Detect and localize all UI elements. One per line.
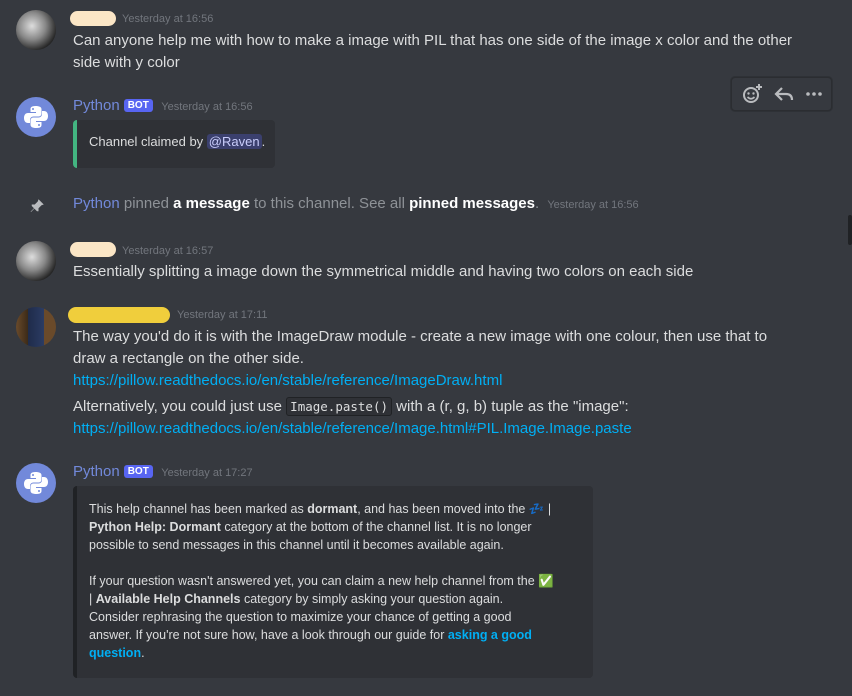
reply-icon[interactable] (772, 82, 796, 106)
redacted-username[interactable] (70, 11, 116, 26)
message-header: Python BOT Yesterday at 17:27 (73, 463, 253, 481)
embed-description: Channel claimed by @Raven. (89, 134, 265, 149)
add-reaction-icon[interactable] (740, 82, 764, 106)
bot-tag: BOT (123, 99, 153, 112)
text-part: . (141, 646, 145, 660)
timestamp: Yesterday at 16:56 (161, 101, 253, 113)
embed-line: question. (89, 644, 554, 662)
message-line: Can anyone help me with how to make a im… (73, 32, 793, 49)
pin-text-part: pinned (119, 195, 174, 212)
message-line: The way you'd do it is with the ImageDra… (73, 328, 768, 345)
embed-line: | Available Help Channels category by si… (89, 590, 554, 608)
text-part: , and has been moved into the (357, 502, 529, 516)
bold-text: dormant (307, 502, 358, 516)
text-part: | (89, 592, 96, 606)
dormant-embed: This help channel has been marked as dor… (73, 486, 593, 678)
embed-description: This help channel has been marked as dor… (89, 500, 554, 662)
imagedraw-doc-link[interactable]: https://pillow.readthedocs.io/en/stable/… (73, 370, 502, 392)
asking-good-question-link[interactable]: asking a good (448, 628, 532, 642)
embed: Channel claimed by @Raven. (73, 120, 275, 168)
message-line: side with y color (73, 54, 180, 71)
text-part: answer. If you're not sure how, have a l… (89, 628, 448, 642)
bot-tag: BOT (123, 465, 153, 478)
text-part: | (544, 502, 552, 516)
timestamp: Yesterday at 17:27 (161, 467, 253, 479)
message-line: Essentially splitting a image down the s… (73, 263, 694, 280)
pinned-messages-link[interactable]: pinned messages (409, 195, 535, 212)
python-logo-icon[interactable] (16, 97, 56, 137)
bold-text: Python Help: Dormant (89, 520, 221, 534)
embed-line: Python Help: Dormant category at the bot… (89, 518, 554, 536)
timestamp: Yesterday at 16:56 (547, 199, 639, 211)
pin-icon (30, 199, 44, 212)
pin-text: Python pinned a message to this channel.… (73, 195, 639, 212)
text-part: category at the bottom of the channel li… (220, 520, 532, 534)
author-name[interactable]: Python (73, 195, 120, 212)
user-mention[interactable]: @Raven (206, 134, 262, 149)
message-header: Python BOT Yesterday at 16:56 (73, 97, 253, 115)
image-paste-doc-link[interactable]: https://pillow.readthedocs.io/en/stable/… (73, 418, 632, 440)
asking-good-question-link[interactable]: question (89, 646, 141, 660)
text-part: If your question wasn't answered yet, yo… (89, 574, 535, 588)
inline-code: Image.paste() (286, 397, 393, 416)
more-icon[interactable] (802, 82, 826, 106)
pin-text-part: . (534, 195, 540, 212)
scrollbar-thumb[interactable] (848, 215, 852, 245)
text-part: Alternatively, you could just use (73, 398, 287, 415)
author-name[interactable]: Python (73, 97, 120, 114)
embed-line: Consider rephrasing the question to maxi… (89, 610, 512, 624)
user-avatar[interactable] (16, 241, 56, 281)
embed-text: Channel claimed by (89, 134, 207, 149)
python-logo-icon[interactable] (16, 463, 56, 503)
user-avatar[interactable] (16, 10, 56, 50)
text-part: This help channel has been marked as (89, 502, 308, 516)
redacted-username[interactable] (68, 307, 170, 323)
embed-text: . (261, 134, 266, 149)
message-line: draw a rectangle on the other side. (73, 350, 304, 367)
message-actions-toolbar (731, 77, 832, 111)
bold-text: Available Help Channels (95, 592, 241, 606)
text-part: category by simply asking your question … (240, 592, 504, 606)
text-part: with a (r, g, b) tuple as the "image": (392, 398, 629, 415)
embed-line: answer. If you're not sure how, have a l… (89, 626, 554, 644)
user-avatar[interactable] (16, 307, 56, 347)
embed-line: If your question wasn't answered yet, yo… (89, 572, 554, 590)
message-line: Alternatively, you could just use Image.… (73, 396, 629, 418)
check-emoji-icon: ✅ (538, 574, 554, 588)
redacted-username[interactable] (70, 242, 116, 257)
embed-line: possible to send messages in this channe… (89, 538, 504, 552)
zzz-emoji-icon: 💤 (528, 502, 545, 516)
pin-text-part: to this channel. See all (249, 195, 410, 212)
embed-line: This help channel has been marked as dor… (89, 500, 554, 518)
timestamp: Yesterday at 16:57 (122, 245, 214, 257)
timestamp: Yesterday at 17:11 (177, 309, 268, 321)
timestamp: Yesterday at 16:56 (122, 13, 214, 25)
message-link[interactable]: a message (173, 195, 250, 212)
author-name[interactable]: Python (73, 463, 120, 480)
